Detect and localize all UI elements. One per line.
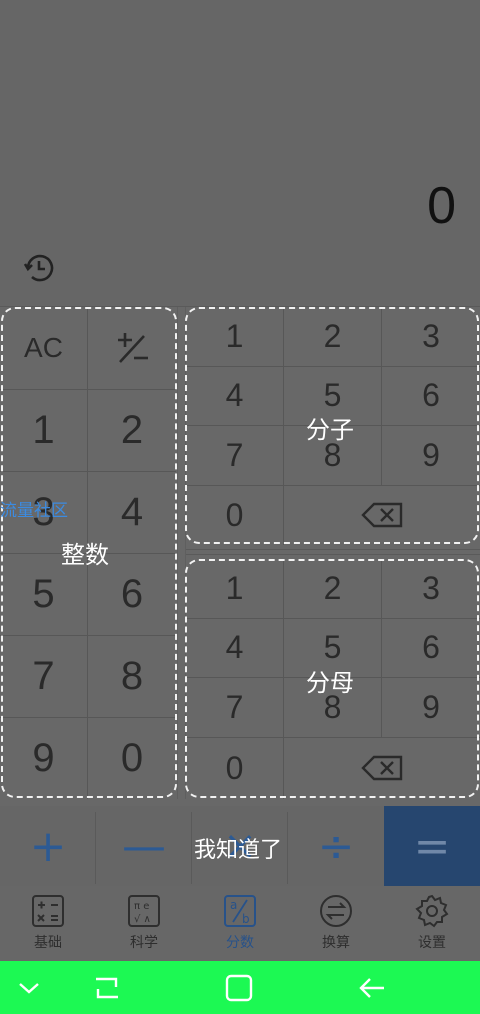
integer-region-label: 整数	[61, 541, 109, 569]
divide-button[interactable]: ÷	[288, 806, 384, 886]
plus-minus-key[interactable]	[88, 307, 176, 389]
svg-text:a: a	[230, 898, 237, 912]
backspace-icon	[361, 755, 403, 781]
den-key-7[interactable]: 7	[186, 677, 283, 737]
display-value: 0	[427, 177, 456, 235]
den-key-3[interactable]: 3	[382, 559, 480, 618]
int-key-1[interactable]: 1	[0, 389, 87, 471]
tab-settings-label: 设置	[418, 935, 446, 951]
backspace-icon	[361, 502, 403, 528]
den-key-0[interactable]: 0	[186, 737, 283, 799]
equals-button[interactable]: =	[384, 806, 480, 886]
plus-minus-icon	[118, 333, 148, 363]
minus-button[interactable]: —	[96, 806, 192, 886]
bottom-tab-bar: 基础 π e √ ∧ 科学 a b 分数 换算 设置	[0, 886, 480, 961]
den-key-1[interactable]: 1	[186, 559, 283, 618]
back-icon[interactable]	[356, 971, 390, 1005]
num-key-0[interactable]: 0	[186, 485, 283, 545]
tab-convert-label: 换算	[322, 935, 350, 951]
tab-basic[interactable]: 基础	[0, 886, 96, 961]
den-key-2[interactable]: 2	[284, 559, 381, 618]
tab-fraction-label: 分数	[226, 935, 254, 951]
watermark-text: 流量社区	[0, 501, 68, 521]
den-backspace-key[interactable]	[284, 737, 480, 799]
num-key-9[interactable]: 9	[382, 425, 480, 485]
chevron-down-icon[interactable]	[12, 971, 46, 1005]
plus-button[interactable]: +	[0, 806, 96, 886]
int-key-7[interactable]: 7	[0, 635, 87, 717]
svg-text:b: b	[242, 912, 250, 926]
fraction-icon: a b	[224, 895, 256, 927]
den-key-4[interactable]: 4	[186, 618, 283, 677]
tab-scientific-label: 科学	[130, 935, 158, 951]
tab-settings[interactable]: 设置	[384, 886, 480, 961]
display-area: 0	[0, 0, 480, 306]
denominator-region-label: 分母	[306, 669, 354, 697]
num-key-2[interactable]: 2	[284, 307, 381, 366]
num-key-1[interactable]: 1	[186, 307, 283, 366]
tab-fraction[interactable]: a b 分数	[192, 886, 288, 961]
int-key-8[interactable]: 8	[88, 635, 176, 717]
home-icon[interactable]	[222, 971, 256, 1005]
int-key-2[interactable]: 2	[88, 389, 176, 471]
tab-scientific[interactable]: π e √ ∧ 科学	[96, 886, 192, 961]
den-key-9[interactable]: 9	[382, 677, 480, 737]
svg-text:√ ∧: √ ∧	[134, 914, 151, 925]
int-key-9[interactable]: 9	[0, 717, 87, 799]
dismiss-hint-button[interactable]: 我知道了	[194, 832, 282, 864]
ac-key[interactable]: AC	[0, 307, 87, 389]
system-nav-bar	[0, 961, 480, 1014]
settings-gear-icon	[415, 894, 449, 928]
tab-basic-label: 基础	[34, 935, 62, 951]
num-backspace-key[interactable]	[284, 485, 480, 545]
int-key-0[interactable]: 0	[88, 717, 176, 799]
numerator-region-label: 分子	[306, 416, 354, 444]
num-key-6[interactable]: 6	[382, 366, 480, 425]
history-icon[interactable]	[22, 250, 58, 286]
convert-icon	[320, 895, 352, 927]
basic-calc-icon	[32, 895, 64, 927]
num-key-3[interactable]: 3	[382, 307, 480, 366]
svg-text:π e: π e	[134, 901, 149, 912]
den-key-6[interactable]: 6	[382, 618, 480, 677]
scientific-icon: π e √ ∧	[128, 895, 160, 927]
tab-convert[interactable]: 换算	[288, 886, 384, 961]
recent-apps-icon[interactable]	[90, 971, 124, 1005]
num-key-7[interactable]: 7	[186, 425, 283, 485]
num-key-4[interactable]: 4	[186, 366, 283, 425]
